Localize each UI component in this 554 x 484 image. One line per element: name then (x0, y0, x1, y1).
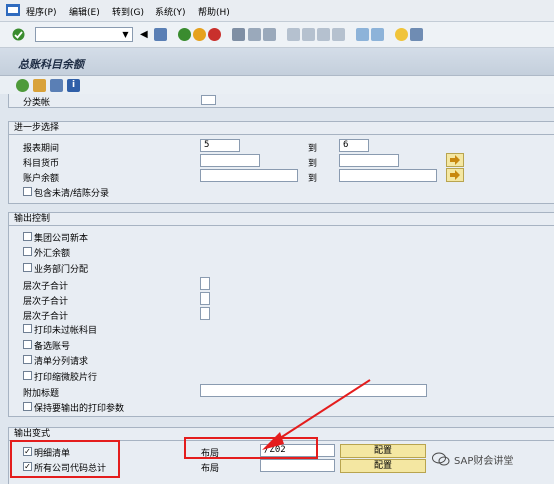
option-label: 打印未过帐科目 (34, 326, 98, 336)
keep-print-params-checkbox[interactable] (23, 402, 32, 411)
subtotal-label: 层次子合计 (23, 282, 69, 292)
include-clearing-checkbox[interactable] (23, 187, 32, 196)
further-selection-group: 进一步选择 报表期间 5 到 6 科目货币 到 账户余额 到 包含未清/结陈分录 (8, 121, 554, 204)
new-session-icon[interactable] (356, 28, 369, 41)
extra-title-label: 附加标题 (23, 389, 60, 399)
option-label: 业务部门分配 (34, 265, 89, 275)
find-icon[interactable] (248, 28, 261, 41)
fx-balance-checkbox[interactable] (23, 247, 32, 256)
currency-to-input[interactable] (339, 154, 399, 167)
save-icon[interactable] (154, 28, 167, 41)
highlight-box-checkboxes (10, 440, 120, 478)
to-label: 到 (308, 144, 318, 154)
menu-help[interactable]: 帮助(H) (198, 5, 230, 18)
option-label: 清单分列请求 (34, 357, 89, 367)
option-label: 备选账号 (34, 342, 71, 352)
group-currency-checkbox[interactable] (23, 232, 32, 241)
subtotal-label: 层次子合计 (23, 297, 69, 307)
help-icon[interactable] (395, 28, 408, 41)
subtotal-input[interactable] (200, 292, 210, 305)
multiple-selection-button[interactable] (446, 153, 464, 167)
group-header: 进一步选择 (9, 122, 554, 135)
ledger-input[interactable] (201, 95, 216, 105)
to-label: 到 (308, 174, 318, 184)
period-label: 报表期间 (23, 144, 60, 154)
subtotal-input[interactable] (200, 277, 210, 290)
watermark: SAP财会讲堂 (432, 452, 554, 467)
option-label: 外汇余额 (34, 249, 71, 259)
subtotal-input[interactable] (200, 307, 210, 320)
currency-label: 科目货币 (23, 159, 60, 169)
wechat-icon (432, 452, 450, 466)
first-page-icon[interactable] (287, 28, 300, 41)
variant-icon[interactable] (33, 79, 46, 92)
enter-check-icon[interactable] (12, 28, 25, 41)
period-from-input[interactable]: 5 (200, 139, 240, 152)
config-button-2[interactable]: 配置 (340, 459, 426, 473)
print-icon[interactable] (232, 28, 245, 41)
ledger-label: 分类帐 (23, 98, 51, 108)
screen-title-bar: 总账科目余额 (0, 48, 554, 76)
cancel-icon[interactable] (208, 28, 221, 41)
execute-icon[interactable] (16, 79, 29, 92)
print-unposted-checkbox[interactable] (23, 324, 32, 333)
option-label: 保持要输出的打印参数 (34, 404, 125, 414)
page-title: 总账科目余额 (18, 58, 84, 71)
group-header: 输出控制 (9, 213, 554, 226)
ledger-row: 分类帐 (8, 94, 554, 108)
list-split-checkbox[interactable] (23, 355, 32, 364)
back-icon[interactable] (178, 28, 191, 41)
prev-page-icon[interactable] (302, 28, 315, 41)
arrow-right-icon (450, 170, 460, 180)
menu-goto[interactable]: 转到(G) (112, 5, 144, 18)
option-label: 集团公司新本 (34, 234, 89, 244)
info-icon[interactable]: i (67, 79, 80, 92)
subtotal-label: 层次子合计 (23, 312, 69, 322)
currency-from-input[interactable] (200, 154, 260, 167)
balance-label: 账户余额 (23, 174, 60, 184)
next-page-icon[interactable] (317, 28, 330, 41)
find-next-icon[interactable] (263, 28, 276, 41)
menu-bar: 程序(P) 编辑(E) 转到(G) 系统(Y) 帮助(H) (0, 0, 554, 22)
print-microfiche-checkbox[interactable] (23, 371, 32, 380)
selection-options-icon[interactable] (50, 79, 63, 92)
watermark-text: SAP财会讲堂 (454, 456, 514, 467)
menu-edit[interactable]: 编辑(E) (69, 5, 100, 18)
exit-icon[interactable] (193, 28, 206, 41)
balance-from-input[interactable] (200, 169, 298, 182)
option-label: 打印缩微胶片行 (34, 373, 98, 383)
balance-to-input[interactable] (339, 169, 437, 182)
menu-system[interactable]: 系统(Y) (155, 5, 186, 18)
layout-menu-icon[interactable] (410, 28, 423, 41)
alt-account-checkbox[interactable] (23, 340, 32, 349)
period-to-input[interactable]: 6 (339, 139, 369, 152)
arrow-right-icon (450, 155, 460, 165)
menu-program[interactable]: 程序(P) (26, 5, 56, 18)
layout-label: 布局 (201, 464, 220, 474)
sap-menu-icon[interactable] (6, 4, 20, 16)
application-toolbar: i (0, 76, 554, 94)
layout-input-2[interactable] (260, 459, 335, 472)
include-clearing-label: 包含未清/结陈分录 (34, 189, 110, 199)
last-page-icon[interactable] (332, 28, 345, 41)
command-field[interactable]: ▼ (35, 27, 133, 42)
multiple-selection-button[interactable] (446, 168, 464, 182)
shortcut-icon[interactable] (371, 28, 384, 41)
annotation-arrow-icon (262, 379, 371, 450)
to-label: 到 (308, 159, 318, 169)
chevron-down-icon[interactable]: ▼ (120, 29, 131, 40)
business-area-checkbox[interactable] (23, 263, 32, 272)
collapse-icon[interactable]: ◀ (140, 28, 153, 41)
standard-toolbar: ▼ ◀ (0, 22, 554, 48)
